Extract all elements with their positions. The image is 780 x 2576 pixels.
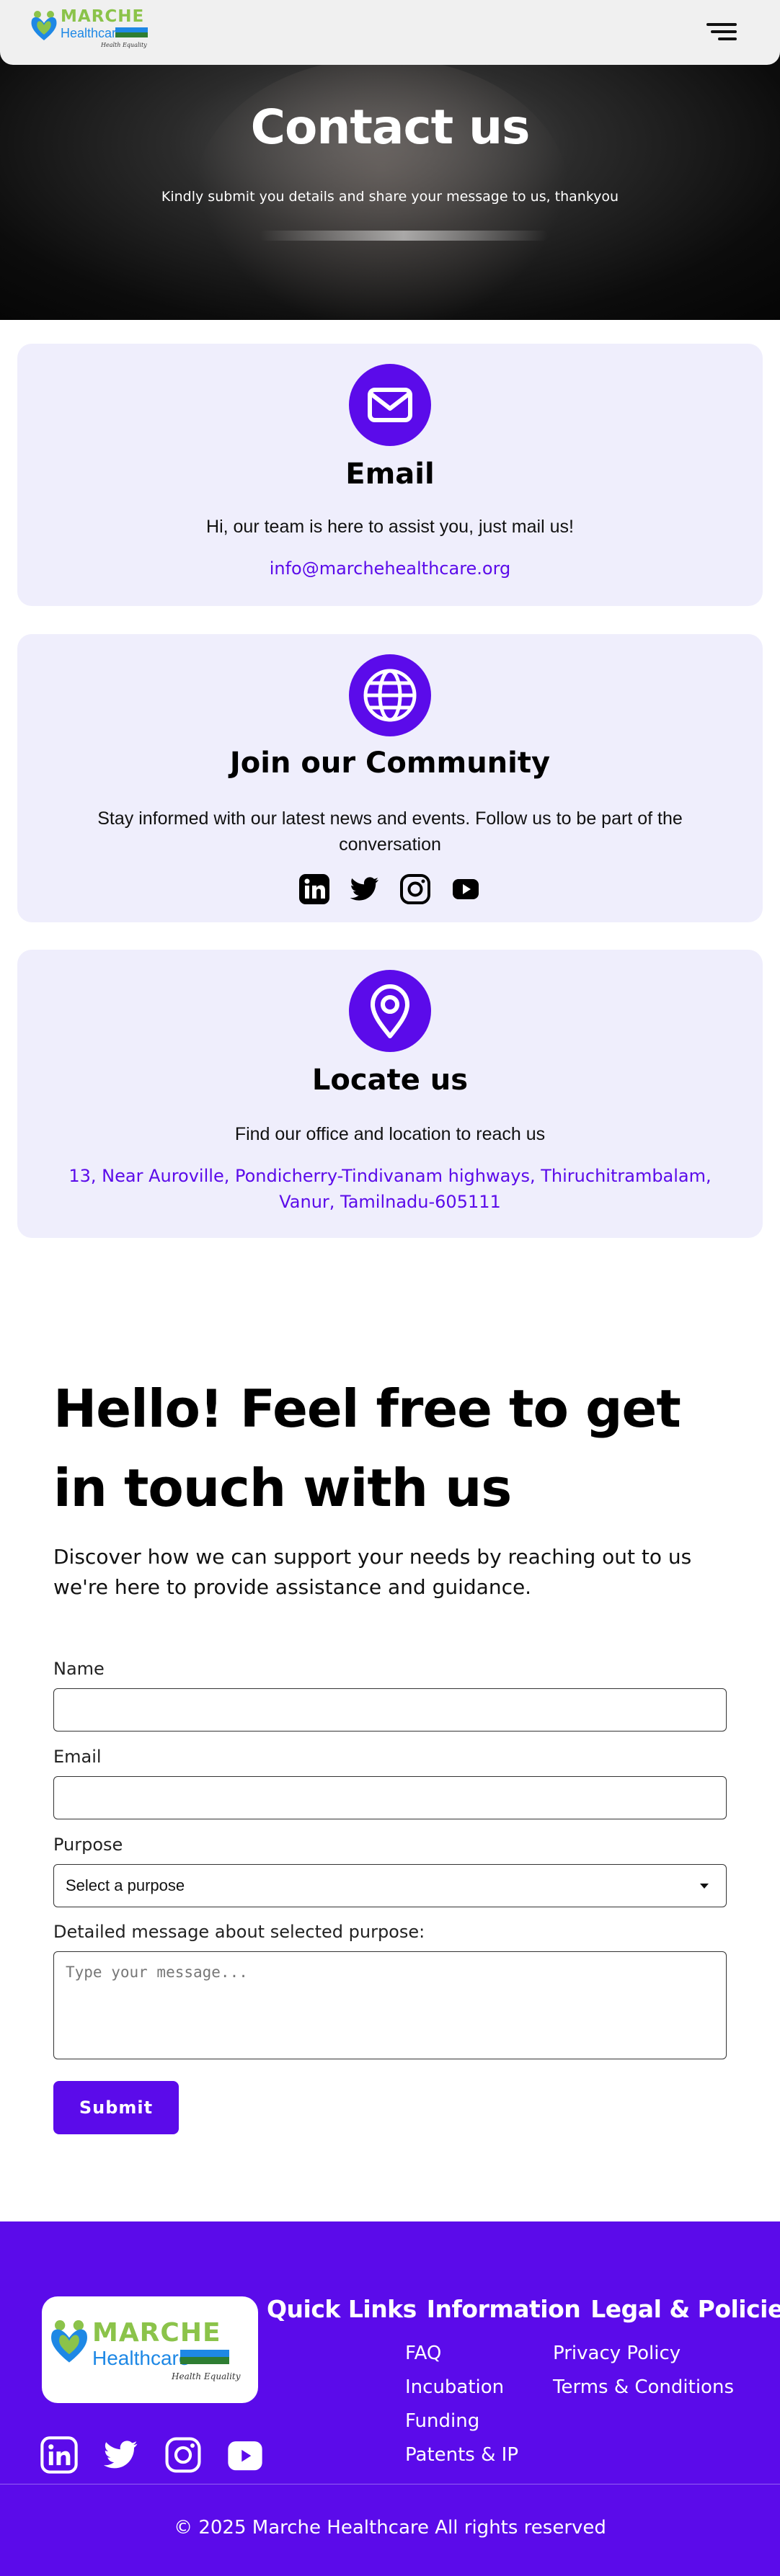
footer-link-privacy[interactable]: Privacy Policy [553,2343,734,2376]
menu-line [711,30,737,33]
footer-logo-bar [180,2350,229,2364]
email-input[interactable] [53,1776,727,1819]
chevron-down-icon [700,1884,709,1889]
site-logo[interactable]: MARCHE Healthcare Health Equality [29,6,151,53]
logo-bar [115,27,148,37]
site-header: MARCHE Healthcare Health Equality [0,0,780,65]
youtube-icon[interactable] [450,873,482,905]
logo-heart-icon [51,2320,87,2363]
office-address-link[interactable]: 13, Near Auroville, Pondicherry-Tindivan… [61,1163,719,1215]
hero-subtitle: Kindly submit you details and share your… [161,189,619,205]
youtube-icon[interactable] [226,2436,264,2474]
purpose-select[interactable]: Select a purpose [53,1864,727,1907]
email-link[interactable]: info@marchehealthcare.org [61,556,719,581]
logo-tagline: Health Equality [101,42,147,48]
footer-heading-legal: Legal & Policies [590,2295,780,2323]
footer-social-links [40,2436,264,2474]
email-label: Email [53,1747,102,1767]
mail-icon [349,364,431,446]
community-social-links [17,873,763,905]
logo-sub: Healthcare [61,26,124,40]
message-placeholder: Type your message... [66,1964,248,1981]
email-card: Email Hi, our team is here to assist you… [17,344,763,606]
name-label: Name [53,1659,105,1679]
footer-link-funding[interactable]: Funding [405,2410,518,2444]
linkedin-icon[interactable] [40,2436,78,2474]
footer-link-patents[interactable]: Patents & IP [405,2444,518,2478]
site-footer: MARCHE Healthcare Health Equality Quick … [0,2221,780,2576]
purpose-label: Purpose [53,1835,123,1855]
hamburger-menu-icon[interactable] [706,23,737,42]
footer-logo-sub: Healthcare [92,2347,190,2369]
menu-line [706,23,737,26]
information-links: FAQ Incubation Funding Patents & IP [405,2343,518,2478]
locate-card-title: Locate us [311,1064,469,1097]
globe-icon [349,654,431,736]
form-description: Discover how we can support your needs b… [53,1545,692,1599]
copyright-text: © 2025 Marche Healthcare All rights rese… [174,2517,606,2539]
footer-logo[interactable]: MARCHE Healthcare Health Equality [42,2296,258,2403]
hero-tablet-glow [260,231,548,241]
message-label: Detailed message about selected purpose: [53,1922,425,1942]
form-title: Hello! Feel free to get in touch with us [53,1378,681,1518]
name-input[interactable] [53,1688,727,1732]
page-title: Contact us [250,99,531,155]
footer-logo-tagline: Health Equality [172,2371,241,2381]
community-card-text: Stay informed with our latest news and e… [97,808,683,855]
logo-name: MARCHE [61,7,145,26]
community-card: Join our Community Stay informed with ou… [17,634,763,922]
purpose-selected-value: Select a purpose [66,1876,185,1894]
legal-links: Privacy Policy Terms & Conditions [553,2343,734,2410]
footer-headings: Quick Links Information Legal & Policies [267,2295,780,2323]
instagram-icon[interactable] [164,2436,202,2474]
footer-link-terms[interactable]: Terms & Conditions [553,2376,734,2410]
instagram-icon[interactable] [399,873,431,905]
message-textarea[interactable]: Type your message... [53,1951,727,2059]
email-card-title: Email [345,458,435,491]
footer-link-incubation[interactable]: Incubation [405,2376,518,2410]
linkedin-icon[interactable] [298,873,330,905]
twitter-icon[interactable] [349,873,381,905]
locate-card: Locate us Find our office and location t… [17,950,763,1238]
footer-logo-name: MARCHE [92,2318,221,2348]
locate-card-text: Find our office and location to reach us [234,1124,546,1144]
logo-heart-icon [31,11,57,40]
footer-heading-quick-links: Quick Links [267,2295,417,2323]
community-card-title: Join our Community [229,746,551,780]
footer-link-faq[interactable]: FAQ [405,2343,518,2376]
twitter-icon[interactable] [102,2436,140,2474]
submit-button[interactable]: Submit [53,2081,179,2134]
location-pin-icon [349,970,431,1052]
email-card-text: Hi, our team is here to assist you, just… [206,517,574,537]
footer-heading-information: Information [426,2295,581,2323]
menu-line [718,37,737,40]
